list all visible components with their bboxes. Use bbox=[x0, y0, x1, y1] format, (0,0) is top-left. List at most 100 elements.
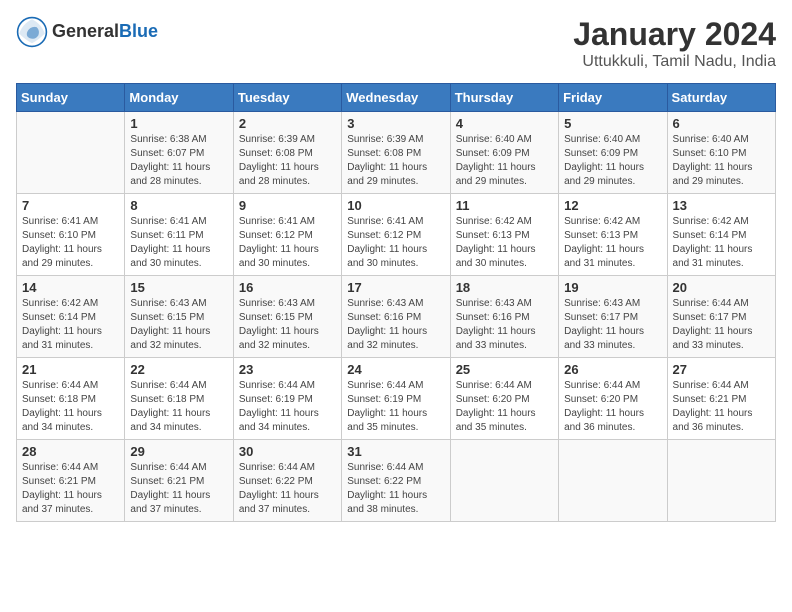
main-title: January 2024 bbox=[573, 16, 776, 53]
day-info: Sunrise: 6:44 AM Sunset: 6:21 PM Dayligh… bbox=[22, 461, 119, 517]
week-row-3: 14 Sunrise: 6:42 AM Sunset: 6:14 PM Dayli… bbox=[17, 276, 776, 358]
page-header: General Blue January 2024 Uttukkuli, Tam… bbox=[16, 16, 776, 71]
week-row-4: 21 Sunrise: 6:44 AM Sunset: 6:18 PM Dayli… bbox=[17, 358, 776, 440]
day-info: Sunrise: 6:44 AM Sunset: 6:19 PM Dayligh… bbox=[347, 379, 444, 435]
calendar-cell bbox=[450, 440, 558, 522]
day-number: 24 bbox=[347, 362, 444, 377]
calendar-cell: 23Sunrise: 6:44 AM Sunset: 6:19 PM Dayli… bbox=[233, 358, 341, 440]
calendar-cell: 5Sunrise: 6:40 AM Sunset: 6:09 PM Daylig… bbox=[559, 112, 667, 194]
day-number: 3 bbox=[347, 116, 444, 131]
calendar-cell: 2Sunrise: 6:39 AM Sunset: 6:08 PM Daylig… bbox=[233, 112, 341, 194]
day-number: 22 bbox=[130, 362, 227, 377]
day-number: 1 bbox=[130, 116, 227, 131]
day-info: Sunrise: 6:39 AM Sunset: 6:08 PM Dayligh… bbox=[239, 133, 336, 189]
calendar-header-row: SundayMondayTuesdayWednesdayThursdayFrid… bbox=[17, 84, 776, 112]
day-number: 21 bbox=[22, 362, 119, 377]
title-block: January 2024 Uttukkuli, Tamil Nadu, Indi… bbox=[573, 16, 776, 71]
logo-icon bbox=[16, 16, 48, 48]
day-info: Sunrise: 6:42 AM Sunset: 6:13 PM Dayligh… bbox=[456, 215, 553, 271]
calendar-cell: 9Sunrise: 6:41 AM Sunset: 6:12 PM Daylig… bbox=[233, 194, 341, 276]
calendar-cell: 31Sunrise: 6:44 AM Sunset: 6:22 PM Dayli… bbox=[342, 440, 450, 522]
calendar-cell: 6 Sunrise: 6:40 AM Sunset: 6:10 PM Daylig… bbox=[667, 112, 775, 194]
calendar-cell bbox=[667, 440, 775, 522]
day-info: Sunrise: 6:44 AM Sunset: 6:18 PM Dayligh… bbox=[22, 379, 119, 435]
calendar-cell: 25 Sunrise: 6:44 AM Sunset: 6:20 PM Dayli… bbox=[450, 358, 558, 440]
calendar-cell: 13 Sunrise: 6:42 AM Sunset: 6:14 PM Dayli… bbox=[667, 194, 775, 276]
calendar-cell: 8 Sunrise: 6:41 AM Sunset: 6:11 PM Daylig… bbox=[125, 194, 233, 276]
day-number: 12 bbox=[564, 198, 661, 213]
day-number: 5 bbox=[564, 116, 661, 131]
logo-text: General Blue bbox=[52, 22, 158, 42]
header-tuesday: Tuesday bbox=[233, 84, 341, 112]
day-number: 4 bbox=[456, 116, 553, 131]
header-monday: Monday bbox=[125, 84, 233, 112]
calendar-cell: 30 Sunrise: 6:44 AM Sunset: 6:22 PM Dayli… bbox=[233, 440, 341, 522]
calendar-cell: 18 Sunrise: 6:43 AM Sunset: 6:16 PM Dayli… bbox=[450, 276, 558, 358]
day-number: 18 bbox=[456, 280, 553, 295]
calendar-cell: 22Sunrise: 6:44 AM Sunset: 6:18 PM Dayli… bbox=[125, 358, 233, 440]
header-wednesday: Wednesday bbox=[342, 84, 450, 112]
day-number: 10 bbox=[347, 198, 444, 213]
calendar-cell: 21 Sunrise: 6:44 AM Sunset: 6:18 PM Dayli… bbox=[17, 358, 125, 440]
calendar-cell: 14 Sunrise: 6:42 AM Sunset: 6:14 PM Dayli… bbox=[17, 276, 125, 358]
day-info: Sunrise: 6:40 AM Sunset: 6:09 PM Dayligh… bbox=[456, 133, 553, 189]
day-info: Sunrise: 6:44 AM Sunset: 6:22 PM Dayligh… bbox=[239, 461, 336, 517]
day-info: Sunrise: 6:44 AM Sunset: 6:20 PM Dayligh… bbox=[456, 379, 553, 435]
day-info: Sunrise: 6:38 AM Sunset: 6:07 PM Dayligh… bbox=[130, 133, 227, 189]
day-info: Sunrise: 6:44 AM Sunset: 6:17 PM Dayligh… bbox=[673, 297, 770, 353]
calendar-cell: 29Sunrise: 6:44 AM Sunset: 6:21 PM Dayli… bbox=[125, 440, 233, 522]
day-info: Sunrise: 6:43 AM Sunset: 6:16 PM Dayligh… bbox=[456, 297, 553, 353]
day-number: 8 bbox=[130, 198, 227, 213]
day-number: 17 bbox=[347, 280, 444, 295]
calendar-cell: 10 Sunrise: 6:41 AM Sunset: 6:12 PM Dayli… bbox=[342, 194, 450, 276]
logo: General Blue bbox=[16, 16, 158, 48]
day-number: 27 bbox=[673, 362, 770, 377]
day-number: 9 bbox=[239, 198, 336, 213]
header-sunday: Sunday bbox=[17, 84, 125, 112]
calendar-cell: 26 Sunrise: 6:44 AM Sunset: 6:20 PM Dayli… bbox=[559, 358, 667, 440]
day-number: 25 bbox=[456, 362, 553, 377]
day-number: 14 bbox=[22, 280, 119, 295]
day-info: Sunrise: 6:44 AM Sunset: 6:21 PM Dayligh… bbox=[673, 379, 770, 435]
day-info: Sunrise: 6:40 AM Sunset: 6:10 PM Dayligh… bbox=[673, 133, 770, 189]
day-number: 19 bbox=[564, 280, 661, 295]
week-row-2: 7Sunrise: 6:41 AM Sunset: 6:10 PM Daylig… bbox=[17, 194, 776, 276]
header-saturday: Saturday bbox=[667, 84, 775, 112]
day-number: 16 bbox=[239, 280, 336, 295]
day-info: Sunrise: 6:43 AM Sunset: 6:16 PM Dayligh… bbox=[347, 297, 444, 353]
week-row-5: 28 Sunrise: 6:44 AM Sunset: 6:21 PM Dayli… bbox=[17, 440, 776, 522]
calendar-cell: 27 Sunrise: 6:44 AM Sunset: 6:21 PM Dayli… bbox=[667, 358, 775, 440]
day-number: 13 bbox=[673, 198, 770, 213]
day-number: 11 bbox=[456, 198, 553, 213]
day-info: Sunrise: 6:44 AM Sunset: 6:19 PM Dayligh… bbox=[239, 379, 336, 435]
day-info: Sunrise: 6:43 AM Sunset: 6:15 PM Dayligh… bbox=[130, 297, 227, 353]
calendar-table: SundayMondayTuesdayWednesdayThursdayFrid… bbox=[16, 83, 776, 522]
day-number: 26 bbox=[564, 362, 661, 377]
day-info: Sunrise: 6:44 AM Sunset: 6:20 PM Dayligh… bbox=[564, 379, 661, 435]
day-info: Sunrise: 6:41 AM Sunset: 6:12 PM Dayligh… bbox=[347, 215, 444, 271]
calendar-cell: 1 Sunrise: 6:38 AM Sunset: 6:07 PM Daylig… bbox=[125, 112, 233, 194]
calendar-cell bbox=[17, 112, 125, 194]
day-number: 20 bbox=[673, 280, 770, 295]
calendar-cell: 19Sunrise: 6:43 AM Sunset: 6:17 PM Dayli… bbox=[559, 276, 667, 358]
day-info: Sunrise: 6:44 AM Sunset: 6:22 PM Dayligh… bbox=[347, 461, 444, 517]
calendar-cell bbox=[559, 440, 667, 522]
calendar-cell: 24 Sunrise: 6:44 AM Sunset: 6:19 PM Dayli… bbox=[342, 358, 450, 440]
calendar-cell: 15Sunrise: 6:43 AM Sunset: 6:15 PM Dayli… bbox=[125, 276, 233, 358]
day-info: Sunrise: 6:42 AM Sunset: 6:13 PM Dayligh… bbox=[564, 215, 661, 271]
day-info: Sunrise: 6:41 AM Sunset: 6:11 PM Dayligh… bbox=[130, 215, 227, 271]
day-number: 6 bbox=[673, 116, 770, 131]
day-number: 28 bbox=[22, 444, 119, 459]
day-info: Sunrise: 6:41 AM Sunset: 6:10 PM Dayligh… bbox=[22, 215, 119, 271]
day-info: Sunrise: 6:42 AM Sunset: 6:14 PM Dayligh… bbox=[22, 297, 119, 353]
header-friday: Friday bbox=[559, 84, 667, 112]
calendar-cell: 20 Sunrise: 6:44 AM Sunset: 6:17 PM Dayli… bbox=[667, 276, 775, 358]
week-row-1: 1 Sunrise: 6:38 AM Sunset: 6:07 PM Daylig… bbox=[17, 112, 776, 194]
day-info: Sunrise: 6:43 AM Sunset: 6:15 PM Dayligh… bbox=[239, 297, 336, 353]
day-number: 29 bbox=[130, 444, 227, 459]
day-number: 30 bbox=[239, 444, 336, 459]
day-info: Sunrise: 6:42 AM Sunset: 6:14 PM Dayligh… bbox=[673, 215, 770, 271]
subtitle: Uttukkuli, Tamil Nadu, India bbox=[573, 53, 776, 71]
header-thursday: Thursday bbox=[450, 84, 558, 112]
calendar-cell: 3Sunrise: 6:39 AM Sunset: 6:08 PM Daylig… bbox=[342, 112, 450, 194]
